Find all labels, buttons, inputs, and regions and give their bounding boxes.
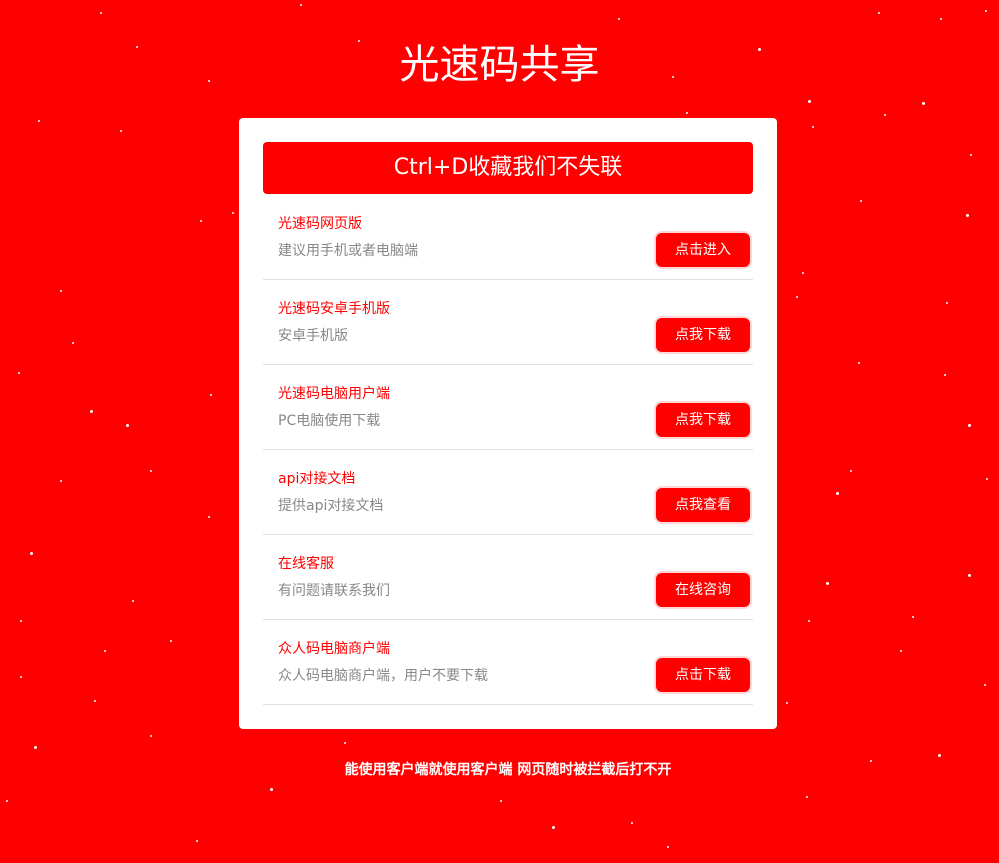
online-support-button[interactable]: 在线咨询 (654, 571, 752, 609)
star-dot (860, 200, 862, 202)
star-dot (60, 480, 62, 482)
item-description: 建议用手机或者电脑端 (278, 243, 418, 259)
star-dot (966, 214, 969, 217)
star-dot (900, 650, 902, 652)
star-dot (126, 424, 129, 427)
star-dot (196, 840, 198, 842)
star-dot (836, 492, 839, 495)
star-dot (34, 746, 37, 749)
list-item-pc-client: 光速码电脑用户端 PC电脑使用下载 点我下载 (263, 365, 753, 450)
star-dot (826, 582, 829, 585)
star-dot (808, 620, 810, 622)
item-description: 众人码电脑商户端，用户不要下载 (278, 668, 488, 684)
star-dot (200, 220, 202, 222)
star-dot (20, 676, 22, 678)
bookmark-banner: Ctrl+D收藏我们不失联 (263, 142, 753, 194)
star-dot (922, 102, 925, 105)
link-list: 光速码网页版 建议用手机或者电脑端 点击进入 光速码安卓手机版 安卓手机版 点我… (263, 195, 753, 705)
star-dot (104, 650, 106, 652)
star-dot (30, 552, 33, 555)
item-title: 光速码安卓手机版 (278, 301, 390, 317)
list-item-support: 在线客服 有问题请联系我们 在线咨询 (263, 535, 753, 620)
star-dot (802, 272, 804, 274)
star-dot (968, 424, 971, 427)
star-dot (270, 788, 273, 791)
item-description: 提供api对接文档 (278, 498, 384, 514)
star-dot (72, 342, 74, 344)
star-dot (552, 826, 555, 829)
star-dot (667, 846, 669, 848)
page-title: 光速码共享 (399, 42, 600, 88)
item-title: 众人码电脑商户端 (278, 641, 390, 657)
item-title: 在线客服 (278, 556, 334, 572)
star-dot (686, 112, 688, 114)
star-dot (985, 10, 987, 12)
footer-note: 能使用客户端就使用客户端 网页随时被拦截后打不开 (344, 762, 672, 778)
star-dot (210, 394, 212, 396)
star-dot (90, 410, 93, 413)
star-dot (946, 302, 948, 304)
star-dot (631, 822, 633, 824)
list-item-android: 光速码安卓手机版 安卓手机版 点我下载 (263, 280, 753, 365)
download-merchant-button[interactable]: 点击下载 (654, 656, 752, 694)
star-dot (150, 735, 152, 737)
item-title: api对接文档 (278, 471, 356, 487)
star-dot (806, 796, 808, 798)
item-description: PC电脑使用下载 (278, 413, 381, 429)
star-dot (970, 154, 972, 156)
star-dot (812, 126, 814, 128)
star-dot (120, 130, 122, 132)
star-dot (100, 12, 102, 14)
star-dot (38, 120, 40, 122)
enter-web-button[interactable]: 点击进入 (654, 231, 752, 269)
star-dot (500, 800, 502, 802)
star-dot (786, 702, 788, 704)
view-api-docs-button[interactable]: 点我查看 (654, 486, 752, 524)
star-dot (300, 4, 302, 6)
star-dot (808, 100, 811, 103)
item-title: 光速码电脑用户端 (278, 386, 390, 402)
star-dot (938, 754, 941, 757)
star-dot (344, 742, 346, 744)
list-item-merchant: 众人码电脑商户端 众人码电脑商户端，用户不要下载 点击下载 (263, 620, 753, 705)
star-dot (986, 478, 988, 480)
item-title: 光速码网页版 (278, 216, 362, 232)
star-dot (6, 800, 8, 802)
download-pc-button[interactable]: 点我下载 (654, 401, 752, 439)
star-dot (208, 516, 210, 518)
star-dot (944, 374, 946, 376)
star-dot (20, 620, 22, 622)
download-android-button[interactable]: 点我下载 (654, 316, 752, 354)
star-dot (94, 700, 96, 702)
star-dot (968, 574, 971, 577)
star-dot (884, 114, 886, 116)
list-item-api-docs: api对接文档 提供api对接文档 点我查看 (263, 450, 753, 535)
list-item-web: 光速码网页版 建议用手机或者电脑端 点击进入 (263, 195, 753, 280)
star-dot (858, 362, 860, 364)
star-dot (132, 600, 134, 602)
star-dot (232, 212, 234, 214)
star-dot (60, 290, 62, 292)
star-dot (984, 684, 986, 686)
star-dot (170, 640, 172, 642)
star-dot (150, 470, 152, 472)
item-description: 安卓手机版 (278, 328, 348, 344)
link-card: Ctrl+D收藏我们不失联 光速码网页版 建议用手机或者电脑端 点击进入 光速码… (239, 118, 777, 729)
star-dot (940, 18, 942, 20)
star-dot (878, 12, 880, 14)
star-dot (18, 372, 20, 374)
star-dot (618, 18, 620, 20)
item-description: 有问题请联系我们 (278, 583, 390, 599)
star-dot (796, 296, 798, 298)
star-dot (912, 616, 914, 618)
star-dot (850, 470, 852, 472)
